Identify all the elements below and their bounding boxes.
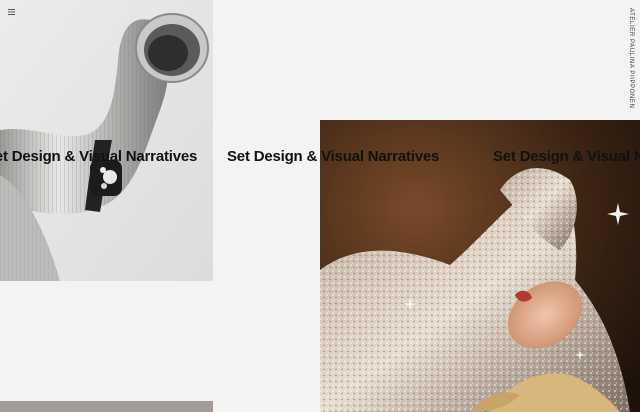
menu-button[interactable] [7, 7, 17, 17]
project-image-tube[interactable] [0, 0, 213, 281]
project-image-glitter[interactable] [320, 120, 640, 412]
glitter-photo [320, 120, 640, 412]
page: ATELIER PAULINA PIIPPONEN Set Design & V… [0, 0, 640, 412]
brand-name[interactable]: ATELIER PAULINA PIIPPONEN [628, 8, 634, 108]
tube-photo [0, 0, 213, 281]
project-image-bottom[interactable] [0, 401, 213, 412]
hamburger-icon [8, 9, 15, 15]
